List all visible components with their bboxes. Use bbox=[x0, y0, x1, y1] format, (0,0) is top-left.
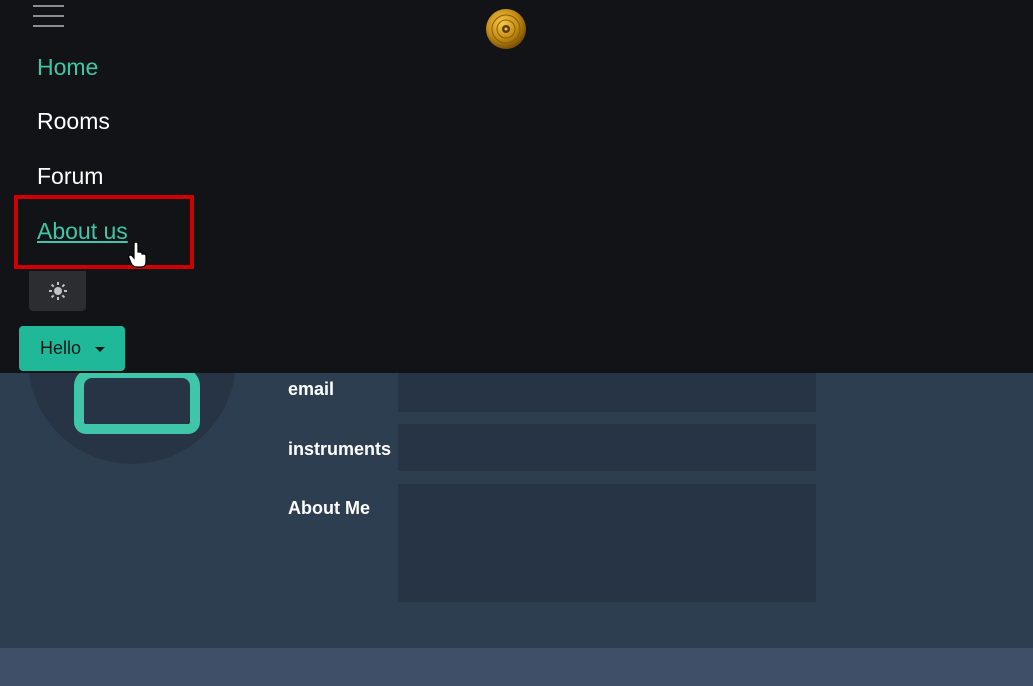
nav-link-forum[interactable]: Forum bbox=[37, 163, 103, 190]
highlight-annotation bbox=[14, 195, 194, 269]
user-menu-label: Hello bbox=[40, 338, 82, 358]
instruments-field[interactable] bbox=[398, 424, 816, 471]
nav-link-rooms[interactable]: Rooms bbox=[37, 108, 110, 135]
caret-down-icon bbox=[95, 347, 105, 352]
user-menu-button[interactable]: Hello bbox=[19, 326, 125, 371]
mobile-nav-menu: Home Rooms Forum About us Hello bbox=[0, 0, 1033, 373]
instruments-label: instruments bbox=[288, 439, 392, 459]
sun-icon bbox=[49, 282, 67, 300]
nav-link-home[interactable]: Home bbox=[37, 54, 98, 81]
about-me-label: About Me bbox=[288, 498, 370, 518]
email-field[interactable] bbox=[398, 373, 816, 412]
hand-pointer-icon bbox=[128, 242, 147, 268]
footer bbox=[0, 648, 1033, 686]
vinyl-record-icon[interactable] bbox=[485, 8, 527, 50]
hamburger-icon[interactable] bbox=[33, 3, 65, 27]
about-me-field[interactable] bbox=[398, 484, 816, 602]
theme-toggle-button[interactable] bbox=[29, 271, 86, 311]
avatar-silhouette bbox=[74, 368, 200, 434]
email-label: email bbox=[288, 379, 335, 399]
